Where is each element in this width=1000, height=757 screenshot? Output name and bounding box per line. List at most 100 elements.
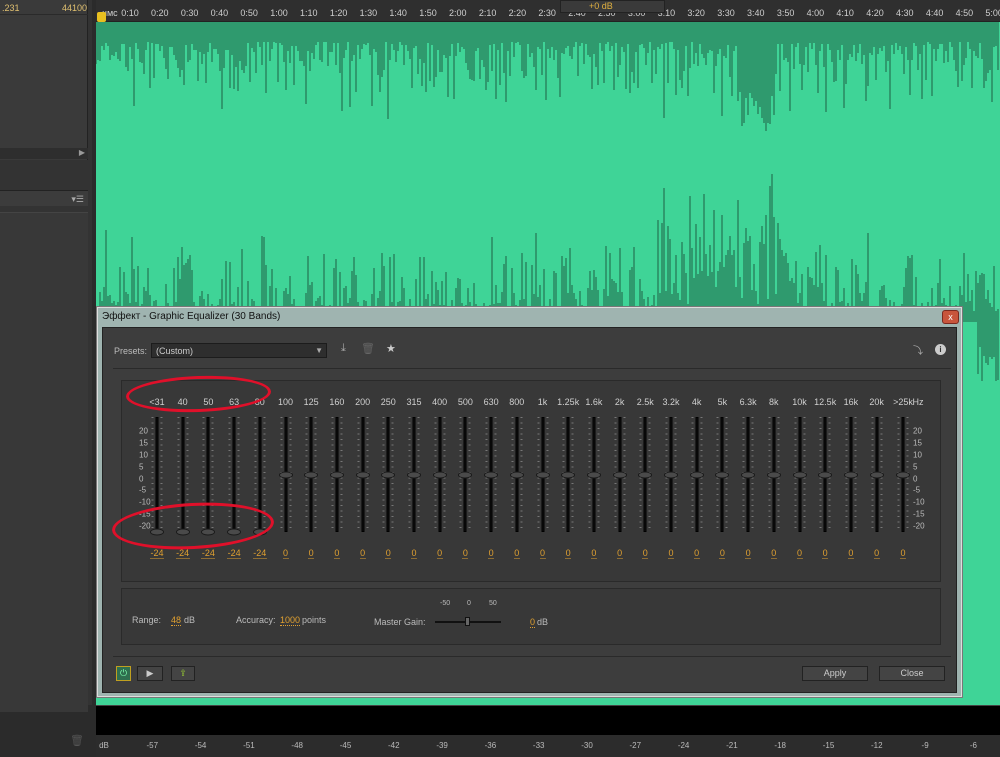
band-gain-value[interactable]: -24	[150, 548, 164, 559]
band-slider-handle[interactable]	[612, 471, 627, 478]
accuracy-value[interactable]: 1000	[280, 615, 301, 626]
band-frequency-label: 12.5k	[814, 397, 837, 407]
band-slider-handle[interactable]	[535, 471, 550, 478]
band-gain-value[interactable]: 0	[745, 548, 751, 559]
range-value[interactable]: 48	[171, 615, 182, 626]
info-icon[interactable]: i	[935, 344, 946, 355]
band-slider-handle[interactable]	[586, 471, 601, 478]
band-slider-handle[interactable]	[818, 471, 833, 478]
band-slider-handle[interactable]	[407, 471, 421, 478]
band-gain-value[interactable]: 0	[848, 548, 854, 559]
band-gain-value[interactable]: 0	[514, 548, 520, 559]
band-gain-value[interactable]: 0	[385, 548, 391, 559]
band-slider-handle[interactable]	[278, 471, 293, 478]
band-gain-value[interactable]: 0	[694, 548, 700, 559]
band-gain-value[interactable]: 0	[308, 548, 314, 559]
horizontal-scrollbar[interactable]: ▶	[0, 148, 88, 159]
band-gain-value[interactable]: 0	[462, 548, 468, 559]
trash-icon[interactable]: 🗑	[70, 734, 84, 747]
power-toggle-icon[interactable]: ⏻	[116, 666, 131, 681]
band-slider-handle[interactable]	[766, 471, 781, 478]
band-slider-handle[interactable]	[458, 471, 473, 478]
band-slider-handle[interactable]	[664, 471, 678, 478]
range-label: Range:	[132, 615, 162, 625]
band-gain-value[interactable]: 0	[668, 548, 674, 559]
band-gain-value[interactable]: 0	[617, 548, 623, 559]
db-tick: -15	[822, 741, 835, 750]
band-slider-handle[interactable]	[355, 471, 370, 478]
scale-left-label: 15	[139, 438, 148, 448]
band-frequency-label: 500	[457, 397, 473, 407]
timeline-tick: 0:50	[240, 8, 258, 18]
presets-label: Presets:	[114, 346, 148, 356]
band-gain-value[interactable]: -24	[201, 548, 215, 559]
close-icon[interactable]: x	[942, 310, 959, 324]
band-slider-handle[interactable]	[329, 471, 344, 478]
band-slider-handle[interactable]	[715, 471, 730, 478]
band-slider-handle[interactable]	[869, 471, 884, 478]
eq-bands-panel: <31 -24 40 -24 50 -24 63 -24 80 -24 100 0 125 0 160 0 20…	[121, 380, 941, 582]
band-gain-value[interactable]: 0	[900, 548, 906, 559]
band-gain-value[interactable]: 0	[874, 548, 880, 559]
band-gain-value[interactable]: 0	[437, 548, 443, 559]
band-gain-value[interactable]: 0	[642, 548, 648, 559]
loop-icon[interactable]: ⇪	[171, 666, 195, 681]
band-gain-value[interactable]: 0	[719, 548, 725, 559]
band-gain-value[interactable]: 0	[282, 548, 289, 559]
band-frequency-label: 8k	[769, 397, 779, 407]
level-meter	[96, 705, 1000, 735]
band-slider-handle[interactable]	[432, 471, 447, 478]
band-gain-value[interactable]: -24	[227, 548, 241, 559]
band-gain-value[interactable]: 0	[565, 548, 571, 559]
band-gain-value[interactable]: 0	[822, 548, 828, 559]
band-gain-value[interactable]: 0	[796, 548, 803, 559]
band-slider-handle[interactable]	[509, 471, 524, 478]
routing-icon[interactable]: ⤵	[913, 342, 923, 357]
presets-dropdown[interactable]: (Custom) ▼	[151, 343, 327, 358]
band-frequency-label: 2k	[614, 397, 625, 407]
timeline-tick: 3:50	[776, 8, 795, 18]
panel-menu-icon[interactable]: ▾☰	[0, 190, 88, 206]
band-gain-value[interactable]: 0	[411, 548, 417, 559]
preset-value: (Custom)	[156, 346, 194, 356]
band-frequency-label: 400	[432, 397, 448, 407]
band-slider-handle[interactable]	[304, 471, 319, 478]
band-slider-handle[interactable]	[792, 471, 807, 478]
band-gain-value[interactable]: 0	[488, 548, 494, 559]
play-icon[interactable]: ▶	[137, 666, 163, 681]
band-slider-handle[interactable]	[896, 471, 910, 478]
apply-button[interactable]: Apply	[802, 666, 868, 681]
band-gain-value[interactable]: -24	[176, 548, 190, 559]
band-slider-handle[interactable]	[843, 471, 858, 478]
db-tick: -33	[532, 741, 545, 750]
delete-preset-icon[interactable]: 🗑	[361, 342, 375, 355]
scale-left-label: 5	[139, 462, 144, 472]
band-slider-handle[interactable]	[561, 471, 576, 478]
band-gain-value[interactable]: 0	[360, 548, 366, 559]
master-scale-mid: 0	[467, 600, 471, 607]
close-button[interactable]: Close	[879, 666, 945, 681]
band-slider-handle[interactable]	[638, 471, 653, 478]
band-gain-value[interactable]: 0	[334, 548, 340, 559]
timeline-ruler[interactable]: чмс 0:10 0:20 0:30 0:40 0:50 1:00 1:10 1:20 1:30 1…	[96, 0, 1000, 22]
band-gain-value[interactable]: 0	[591, 548, 597, 559]
favorite-star-icon[interactable]: ★	[386, 342, 396, 355]
band-gain-value[interactable]: -24	[253, 548, 267, 559]
band-frequency-label: 10k	[792, 397, 807, 407]
scale-right-label: 0	[913, 474, 918, 483]
file-info-row[interactable]: .231 44100	[0, 0, 88, 15]
save-preset-icon[interactable]: ⤓	[341, 342, 346, 355]
band-slider-handle[interactable]	[381, 471, 396, 478]
timeline-tick: 3:20	[687, 8, 705, 18]
playhead-marker[interactable]	[97, 12, 106, 22]
scale-right-label: -15	[913, 509, 925, 519]
master-gain-handle[interactable]	[465, 617, 470, 626]
volume-hud[interactable]: +0 dB	[560, 0, 665, 13]
master-gain-value[interactable]: 0	[530, 617, 536, 628]
band-slider-handle[interactable]	[484, 471, 499, 478]
band-slider-handle[interactable]	[741, 471, 756, 478]
scale-right-label: -20	[913, 521, 925, 531]
band-gain-value[interactable]: 0	[771, 548, 777, 559]
band-slider-handle[interactable]	[689, 471, 704, 478]
band-gain-value[interactable]: 0	[539, 548, 546, 559]
